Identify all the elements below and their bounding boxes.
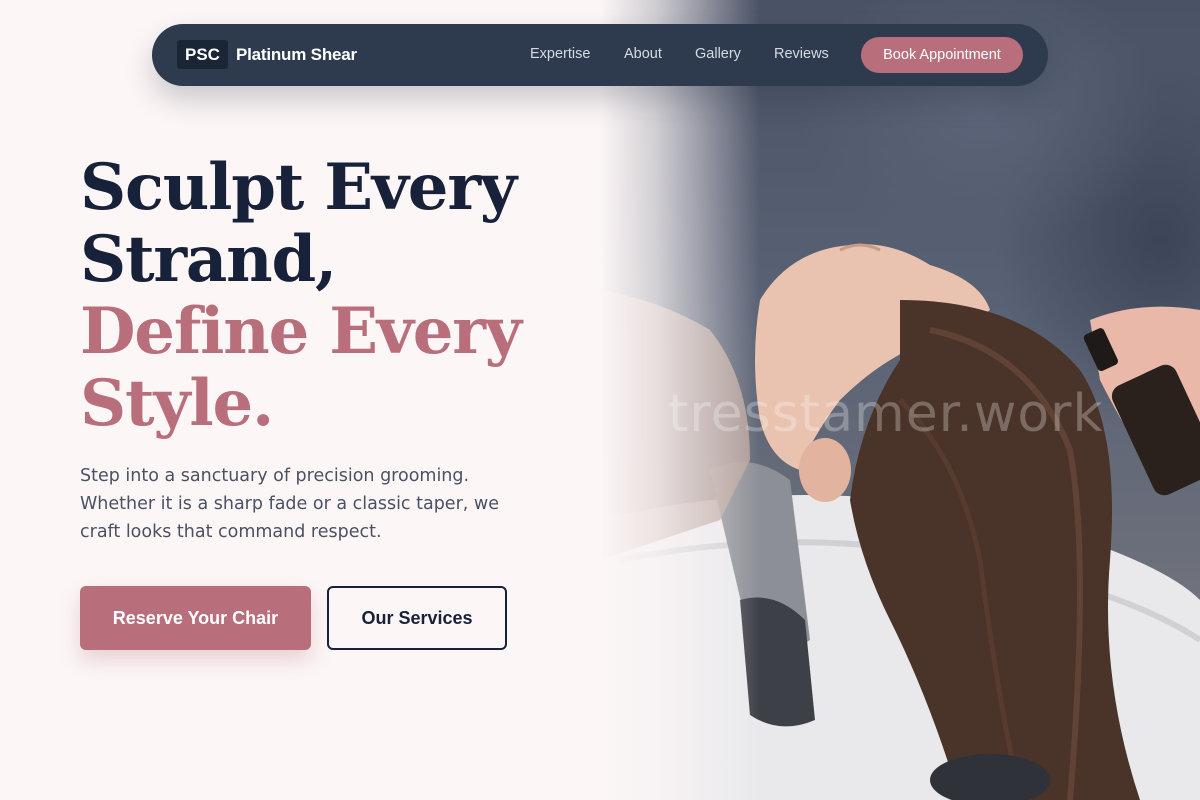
reserve-chair-button[interactable]: Reserve Your Chair bbox=[80, 586, 311, 650]
nav-link-reviews[interactable]: Reviews bbox=[774, 46, 829, 62]
brand-logo[interactable]: PSC Platinum Shear bbox=[177, 40, 357, 69]
headline-line-1: Sculpt Every bbox=[80, 150, 517, 225]
our-services-button[interactable]: Our Services bbox=[327, 586, 507, 650]
photo-watermark: tresstamer.work bbox=[668, 384, 1104, 444]
headline-line-3: Define Every bbox=[80, 294, 522, 369]
brand-name: Platinum Shear bbox=[235, 44, 357, 64]
headline-line-2: Strand, bbox=[80, 222, 337, 297]
hero-description: Step into a sanctuary of precision groom… bbox=[80, 466, 499, 542]
book-appointment-button[interactable]: Book Appointment bbox=[861, 37, 1023, 73]
landing-page: tresstamer.work PSC Platinum Shear Exper… bbox=[0, 0, 1200, 800]
nav-link-gallery[interactable]: Gallery bbox=[695, 46, 741, 62]
logo-mark: PSC bbox=[177, 40, 228, 69]
top-navigation: PSC Platinum Shear Expertise About Galle… bbox=[152, 24, 1048, 86]
nav-link-expertise[interactable]: Expertise bbox=[530, 46, 590, 62]
hero-headline: Sculpt Every Strand, Define Every Style. bbox=[80, 152, 600, 440]
headline-line-4: Style. bbox=[80, 366, 274, 441]
nav-link-about[interactable]: About bbox=[624, 46, 662, 62]
